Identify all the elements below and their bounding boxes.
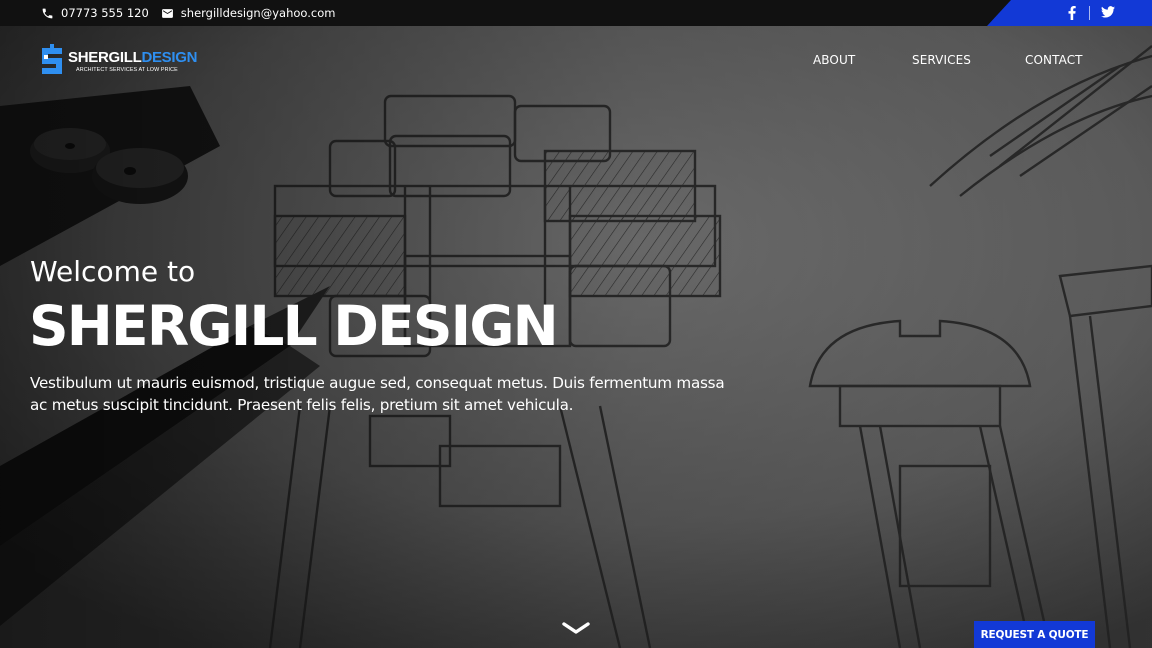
hero-section: SHERGILLDESIGN ARCHITECT SERVICES AT LOW… bbox=[0, 26, 1152, 648]
top-bar: 07773 555 120 shergilldesign@yahoo.com bbox=[0, 0, 1152, 26]
nav-item-about[interactable]: ABOUT bbox=[813, 53, 855, 67]
scroll-down-button[interactable] bbox=[561, 620, 591, 634]
request-quote-button[interactable]: REQUEST A QUOTE bbox=[974, 621, 1095, 648]
twitter-link[interactable] bbox=[1101, 6, 1117, 20]
email-address: shergilldesign@yahoo.com bbox=[180, 6, 336, 20]
facebook-link[interactable] bbox=[1065, 5, 1079, 21]
hero-welcome-text: Welcome to bbox=[30, 255, 196, 288]
chevron-down-icon bbox=[562, 622, 590, 634]
social-links bbox=[987, 0, 1152, 26]
facebook-icon bbox=[1068, 6, 1076, 20]
email-link[interactable]: shergilldesign@yahoo.com bbox=[161, 6, 336, 20]
phone-number: 07773 555 120 bbox=[61, 6, 149, 20]
hero-headline: SHERGILL DESIGN bbox=[29, 294, 559, 358]
phone-link[interactable]: 07773 555 120 bbox=[41, 6, 149, 20]
social-divider bbox=[1089, 6, 1090, 20]
envelope-icon bbox=[161, 8, 173, 18]
hero-description: Vestibulum ut mauris euismod, tristique … bbox=[30, 374, 725, 414]
twitter-icon bbox=[1101, 6, 1115, 18]
main-nav: ABOUT SERVICES CONTACT bbox=[0, 53, 1152, 69]
phone-icon bbox=[42, 8, 53, 18]
nav-item-services[interactable]: SERVICES bbox=[912, 53, 971, 67]
contact-info: 07773 555 120 shergilldesign@yahoo.com bbox=[41, 0, 347, 26]
nav-item-contact[interactable]: CONTACT bbox=[1025, 53, 1083, 67]
